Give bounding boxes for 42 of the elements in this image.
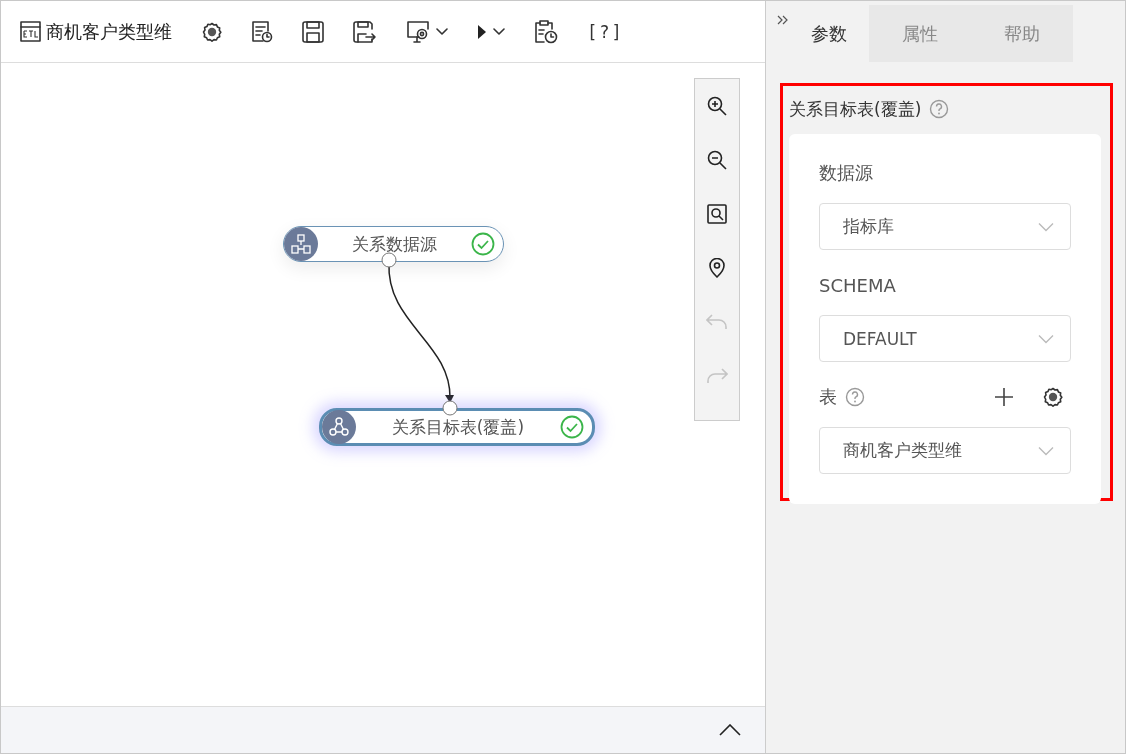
caret-down-icon[interactable] [436,27,448,36]
chevron-down-icon [1038,333,1054,344]
save-as-icon[interactable] [353,20,377,43]
fit-view-icon[interactable] [707,203,727,224]
connected-nodes-icon [322,410,356,444]
clipboard-clock-icon[interactable] [534,19,558,44]
double-chevron-icon[interactable] [777,15,789,27]
monitor-gear-icon[interactable] [406,20,430,43]
settings-icon[interactable] [202,21,222,42]
play-icon[interactable] [477,23,487,40]
dropdown[interactable]: DEFAULT [819,315,1071,362]
dropdown[interactable]: 指标库 [819,203,1071,250]
check-circle-icon [471,232,495,256]
field-label: 数据源 [819,161,873,185]
check-circle-icon [560,415,584,439]
output-port[interactable] [381,252,397,268]
settings-icon[interactable] [1043,387,1063,407]
flow-node[interactable]: 关系数据源 [283,226,504,262]
etl-document-icon [20,21,41,42]
database-network-icon [284,227,318,261]
caret-down-icon[interactable] [493,27,505,36]
help-button[interactable]: [?] [587,21,624,42]
chevron-down-icon [1038,221,1054,232]
node-label: 关系数据源 [351,232,438,256]
help-icon[interactable] [845,387,865,407]
flow-title: 商机客户类型维 [46,19,172,44]
chevron-down-icon [1038,445,1054,456]
zoom-in-icon[interactable] [707,95,727,116]
zoom-out-icon[interactable] [707,149,727,170]
add-icon[interactable] [995,388,1013,406]
help-icon[interactable] [929,99,950,119]
field-label: 表 [819,385,837,409]
section-title: 关系目标表(覆盖) [789,97,922,121]
location-pin-icon[interactable] [708,257,726,278]
field-label: SCHEMA [819,274,896,296]
document-clock-icon[interactable] [251,20,273,43]
dropdown[interactable]: 商机客户类型维 [819,427,1071,474]
chevron-up-icon[interactable] [719,724,741,736]
node-label: 关系目标表(覆盖) [390,415,526,439]
save-icon[interactable] [302,20,324,43]
flow-node[interactable]: 关系目标表(覆盖) [319,408,595,446]
input-port[interactable] [442,400,458,416]
